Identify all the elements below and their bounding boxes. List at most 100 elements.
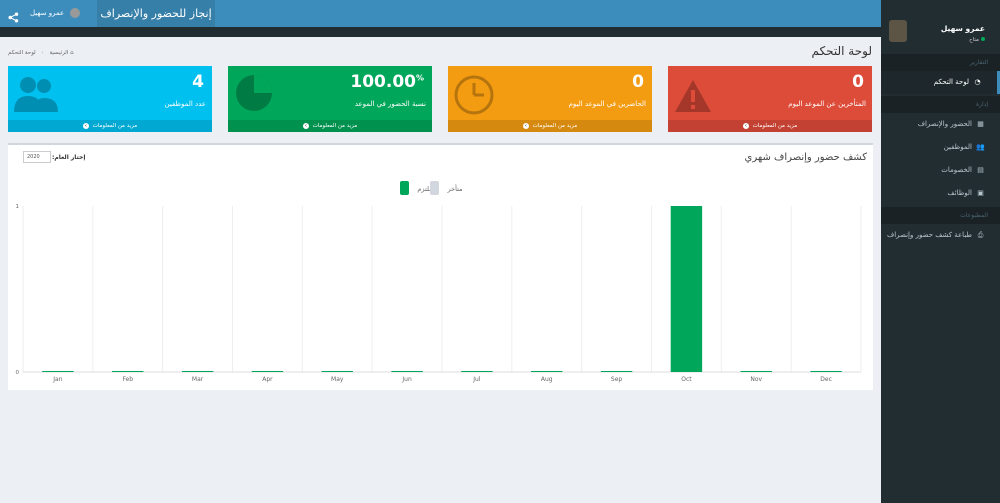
home-icon: ⌂ — [70, 50, 74, 56]
arrow-circle-icon: › — [82, 122, 89, 129]
user-status: متاح — [969, 37, 985, 43]
sidebar-item-label: الموظفين — [943, 143, 972, 151]
breadcrumb-separator: › — [41, 50, 44, 56]
header-strip — [0, 27, 881, 37]
user-avatar — [889, 20, 907, 42]
x-tick-label: Mar — [192, 376, 204, 383]
stat-label: المتأخرين عن الموعد اليوم — [788, 100, 866, 108]
bar-sep — [600, 371, 633, 372]
x-tick-label: Apr — [262, 376, 273, 383]
stat-value: 0 — [632, 72, 644, 92]
stat-box-attendance-rate: 100.00% نسبة الحضور في الموعد مزيد من ال… — [228, 66, 432, 132]
stat-value: 0 — [852, 72, 864, 92]
user-menu[interactable]: عمرو سهيل — [30, 0, 81, 27]
sidebar-item-label: الخصومات — [941, 166, 972, 174]
breadcrumb-home[interactable]: الرئيسية — [49, 50, 68, 56]
sidebar-item-print-report[interactable]: ⎙ طباعة كشف حضور وإنصراف — [881, 224, 1000, 247]
sidebar-item-label: طباعة كشف حضور وإنصراف — [886, 231, 972, 239]
share-icon[interactable] — [8, 8, 19, 23]
stat-box-late: 0 المتأخرين عن الموعد اليوم مزيد من المع… — [668, 66, 872, 132]
bar-jul — [461, 371, 493, 372]
pie-chart-icon — [233, 72, 275, 124]
x-tick-label: Jan — [52, 376, 62, 383]
sidebar-item-label: لوحة التحكم — [933, 78, 969, 86]
more-info-text: مزيد من المعلومات — [752, 123, 798, 129]
bar-aug — [531, 371, 563, 372]
bar-apr — [251, 371, 284, 372]
sidebar-item-employees[interactable]: 👥 الموظفين — [881, 136, 1000, 159]
more-info-text: مزيد من المعلومات — [532, 123, 578, 129]
y-tick-label: 1 — [16, 204, 20, 210]
sidebar-header-reports: التقارير — [881, 54, 1000, 71]
x-tick-label: Aug — [541, 376, 553, 383]
bar-feb — [112, 371, 144, 372]
x-tick-label: Dec — [820, 376, 832, 383]
legend-swatch — [430, 181, 439, 195]
x-tick-label: Sep — [611, 376, 623, 383]
bar-mar — [181, 371, 214, 372]
bar-may — [321, 371, 353, 372]
sidebar: عمرو سهيل متاح التقارير ◔ لوحة التحكم إدا… — [881, 0, 1000, 503]
stat-value-number: 100.00 — [350, 72, 416, 92]
stat-value: 4 — [192, 72, 204, 92]
page-title: لوحة التحكم — [811, 44, 873, 58]
more-info-link[interactable]: مزيد من المعلومات › — [448, 120, 652, 132]
bar-jun — [391, 371, 423, 372]
breadcrumb-current: لوحة التحكم — [8, 50, 36, 56]
arrow-circle-icon: › — [522, 122, 529, 129]
sidebar-user-name: عمرو سهيل — [940, 24, 985, 33]
sidebar-header-prints: المطبوعات — [881, 207, 1000, 224]
stat-box-on-time: 0 الحاضرين في الموعد اليوم مزيد من المعل… — [448, 66, 652, 132]
x-tick-label: Oct — [681, 376, 692, 383]
online-dot-icon — [981, 37, 985, 41]
stat-value: 100.00% — [350, 72, 424, 92]
x-tick-label: Nov — [750, 376, 762, 383]
x-tick-label: Jul — [472, 376, 481, 383]
brand-title[interactable]: إنجاز للحضور والإنصراف — [97, 0, 215, 27]
legend-label: متأخر — [446, 184, 462, 193]
stat-label: الحاضرين في الموعد اليوم — [568, 100, 646, 108]
more-info-text: مزيد من المعلومات — [312, 123, 358, 129]
sidebar-item-label: الحضور والإنصراف — [917, 120, 972, 128]
file-icon: ▤ — [977, 166, 984, 174]
sidebar-item-dashboard[interactable]: ◔ لوحة التحكم — [881, 71, 1000, 94]
monthly-chart-panel: كشف حضور وإنصراف شهري إختار العام: 2020 … — [8, 143, 873, 390]
bar-jan — [42, 371, 74, 372]
users-icon: 👥 — [976, 143, 985, 151]
bar-chart: 01Jan Feb Mar Apr May Jun Jul Aug Sep Oct Nov Decمل… — [16, 181, 862, 383]
top-navbar: عمرو سهيل إنجاز للحضور والإنصراف — [0, 0, 881, 27]
sidebar-item-attendance[interactable]: ▦ الحضور والإنصراف — [881, 113, 1000, 136]
more-info-link[interactable]: مزيد من المعلومات › — [668, 120, 872, 132]
user-status-text: متاح — [969, 37, 979, 43]
sidebar-item-deductions[interactable]: ▤ الخصومات — [881, 159, 1000, 182]
y-tick-label: 0 — [16, 370, 20, 376]
sidebar-item-label: الوظائف — [947, 189, 972, 197]
stat-value-unit: % — [415, 73, 424, 83]
user-panel: عمرو سهيل متاح — [881, 0, 1000, 52]
breadcrumb: ⌂ الرئيسية › لوحة التحكم — [8, 50, 74, 56]
print-icon: ⎙ — [977, 231, 984, 239]
user-avatar — [70, 8, 81, 18]
more-info-link[interactable]: مزيد من المعلومات › — [228, 120, 432, 132]
stat-box-employees: 4 عدد الموظفين مزيد من المعلومات › — [8, 66, 212, 132]
user-menu-name: عمرو سهيل — [30, 9, 65, 17]
users-icon — [14, 74, 58, 124]
x-tick-label: Jun — [401, 376, 412, 383]
stat-label: عدد الموظفين — [164, 100, 207, 108]
dashboard-icon: ◔ — [974, 78, 981, 86]
more-info-text: مزيد من المعلومات — [92, 123, 138, 129]
sidebar-item-jobs[interactable]: ▣ الوظائف — [881, 182, 1000, 205]
more-info-link[interactable]: مزيد من المعلومات › — [8, 120, 212, 132]
bar-nov — [740, 371, 772, 372]
x-tick-label: May — [331, 376, 344, 383]
legend-swatch — [400, 181, 409, 195]
bar-dec — [810, 371, 842, 372]
arrow-circle-icon: › — [742, 122, 749, 129]
x-tick-label: Feb — [122, 376, 133, 383]
calendar-icon: ▦ — [977, 120, 984, 128]
sidebar-header-management: إدارة — [881, 96, 1000, 113]
stat-label: نسبة الحضور في الموعد — [354, 100, 426, 108]
briefcase-icon: ▣ — [977, 189, 984, 197]
arrow-circle-icon: › — [302, 122, 309, 129]
bar-oct — [670, 206, 703, 372]
